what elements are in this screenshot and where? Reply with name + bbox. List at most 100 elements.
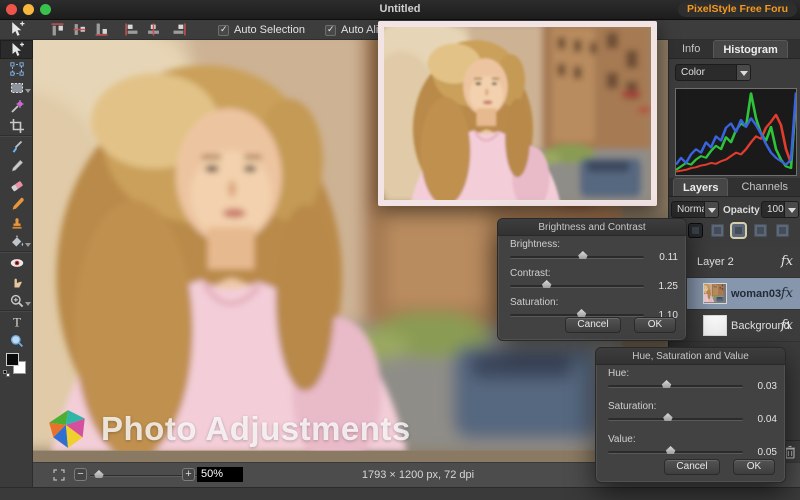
eraser-tool[interactable] <box>0 175 33 194</box>
eyedropper-tool[interactable] <box>0 194 33 213</box>
ok-button[interactable]: OK <box>733 459 775 475</box>
blend-mode-select[interactable]: Normal <box>671 201 719 218</box>
effects-tool[interactable] <box>0 331 33 350</box>
preview-image-frame <box>384 27 651 200</box>
hue-saturation-value-dialog[interactable]: Hue, Saturation and Value Hue: 0.03 Satu… <box>595 347 786 483</box>
tab-info[interactable]: Info <box>673 40 709 58</box>
brightness-contrast-dialog[interactable]: Brightness and Contrast Brightness: 0.11… <box>497 218 687 341</box>
hue-slider[interactable] <box>608 385 743 388</box>
align-middle-button[interactable] <box>73 23 87 37</box>
magic-wand-tool[interactable] <box>0 97 33 116</box>
effects-magnifier-icon <box>9 333 25 349</box>
ok-button[interactable]: OK <box>634 317 676 333</box>
layer-style-button-2[interactable] <box>711 224 724 237</box>
foreground-color-swatch[interactable] <box>6 353 19 366</box>
slider-thumb[interactable] <box>661 380 672 388</box>
layer-style-button-1[interactable] <box>689 224 702 237</box>
watermark: Photo Adjustments <box>45 406 411 452</box>
zoom-out-button[interactable]: − <box>74 468 87 481</box>
image-dimensions-label: 1793 × 1200 px, 72 dpi <box>318 469 518 481</box>
pencil-tool-icon <box>9 158 25 174</box>
watermark-text: Photo Adjustments <box>101 410 411 448</box>
layer-row-background[interactable]: Background fx <box>669 310 800 342</box>
smudge-tool[interactable] <box>0 272 33 291</box>
layer-style-button-5[interactable] <box>776 224 789 237</box>
chevron-down-icon[interactable] <box>704 202 718 217</box>
rect-select-tool-icon <box>9 80 25 96</box>
histogram-chart <box>676 89 796 175</box>
align-top-button[interactable] <box>51 23 65 37</box>
layer-fx-badge[interactable]: fx <box>781 318 793 333</box>
opacity-value: 100% <box>762 202 784 217</box>
align-center-button[interactable] <box>147 23 161 37</box>
layer-style-button-4[interactable] <box>754 224 767 237</box>
pencil-tool[interactable] <box>0 156 33 175</box>
zoom-tool-icon <box>9 293 25 309</box>
brush-tool-icon <box>9 139 25 155</box>
crop-tool-icon <box>9 118 25 134</box>
pixelstyle-promo-badge[interactable]: PixelStyle Free Foru <box>678 2 797 17</box>
contrast-slider[interactable] <box>510 285 644 288</box>
align-right-button[interactable] <box>173 23 187 37</box>
tab-channels[interactable]: Channels <box>732 178 796 196</box>
auto-selection-checkbox[interactable]: Auto Selection <box>218 23 305 37</box>
image-preview-window[interactable] <box>378 21 657 206</box>
window-titlebar: Untitled PixelStyle Free Foru <box>0 0 800 20</box>
fit-to-screen-icon[interactable] <box>53 469 65 481</box>
contrast-label: Contrast: <box>510 268 551 279</box>
cancel-button[interactable]: Cancel <box>664 459 720 475</box>
tab-histogram[interactable]: Histogram <box>713 40 787 58</box>
slider-thumb[interactable] <box>665 446 676 454</box>
checkbox-checked-icon[interactable] <box>218 25 229 36</box>
layer-row-layer2[interactable]: Layer 2 fx <box>669 246 800 278</box>
blend-mode-value: Normal <box>672 202 704 217</box>
align-bottom-button[interactable] <box>95 23 109 37</box>
layer-thumbnail <box>703 315 727 336</box>
hue-value: 0.03 <box>751 381 777 392</box>
default-colors-icon[interactable] <box>3 370 11 378</box>
layer-row-woman03[interactable]: woman03 fx <box>669 278 800 310</box>
brightness-slider[interactable] <box>510 256 644 259</box>
cancel-button[interactable]: Cancel <box>565 317 621 333</box>
auto-selection-label: Auto Selection <box>234 24 305 36</box>
slider-thumb[interactable] <box>577 251 588 259</box>
photo-adjustments-logo-icon <box>45 406 91 452</box>
zoom-percentage-field[interactable]: 50% <box>197 467 243 482</box>
tab-layers[interactable]: Layers <box>673 178 728 196</box>
value-slider[interactable] <box>608 451 743 454</box>
value-value: 0.05 <box>751 447 777 458</box>
text-tool[interactable]: T <box>0 312 33 331</box>
chevron-down-icon[interactable] <box>784 202 798 217</box>
saturation-slider[interactable] <box>608 418 743 421</box>
layer-thumbnail <box>703 283 727 304</box>
layer-style-button-3[interactable] <box>732 224 745 237</box>
tool-dropdown-caret <box>25 302 31 306</box>
checkbox-checked-icon[interactable] <box>325 25 336 36</box>
brush-tool[interactable] <box>0 137 33 156</box>
chevron-down-icon[interactable] <box>736 65 750 80</box>
paint-bucket-tool[interactable] <box>0 232 33 251</box>
slider-thumb[interactable] <box>576 309 587 317</box>
eraser-tool-icon <box>9 177 25 193</box>
slider-thumb[interactable] <box>541 280 552 288</box>
value-label: Value: <box>608 434 636 445</box>
align-left-button[interactable] <box>125 23 139 37</box>
rect-select-tool[interactable] <box>0 78 33 97</box>
opacity-select[interactable]: 100% <box>761 201 799 218</box>
clone-stamp-tool[interactable] <box>0 213 33 232</box>
saturation-label: Saturation: <box>608 401 656 412</box>
zoom-tool[interactable] <box>0 291 33 310</box>
histogram-channel-value: Color <box>676 65 736 80</box>
layer-fx-badge[interactable]: fx <box>781 254 793 269</box>
zoom-in-button[interactable]: + <box>182 468 195 481</box>
crop-tool[interactable] <box>0 116 33 135</box>
layer-fx-badge[interactable]: fx <box>781 286 793 301</box>
saturation-value: 0.04 <box>751 414 777 425</box>
position-tool[interactable] <box>0 40 33 59</box>
info-histogram-tabs: Info Histogram <box>669 40 800 59</box>
transform-tool[interactable] <box>0 59 33 78</box>
slider-thumb[interactable] <box>662 413 673 421</box>
red-eye-tool[interactable] <box>0 253 33 272</box>
color-swatches[interactable] <box>0 350 33 384</box>
histogram-channel-select[interactable]: Color <box>675 64 751 81</box>
